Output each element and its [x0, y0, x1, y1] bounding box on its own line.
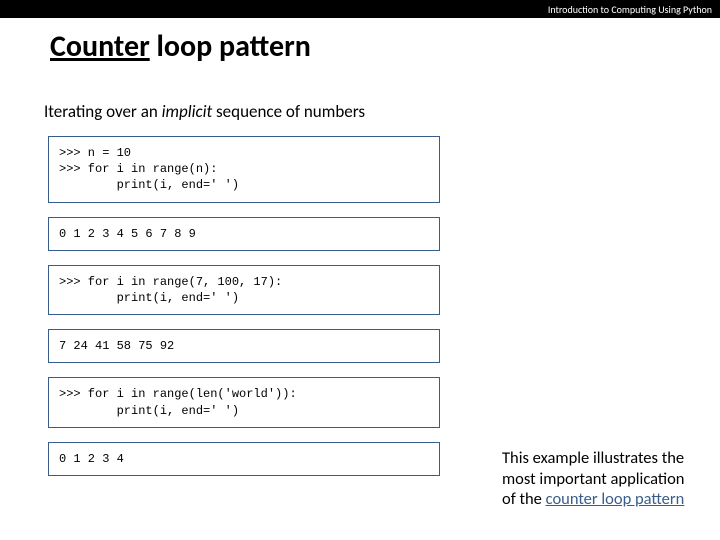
code-block-3: >>> for i in range(len('world')): print(…: [48, 377, 440, 427]
code-block-2: >>> for i in range(7, 100, 17): print(i,…: [48, 265, 440, 315]
subtitle-suffix: sequence of numbers: [212, 101, 365, 122]
subtitle-emph: implicit: [162, 101, 213, 122]
output-block-1: 0 1 2 3 4 5 6 7 8 9: [48, 217, 440, 251]
subtitle: Iterating over an implicit sequence of n…: [0, 73, 720, 130]
title-area: Counter loop pattern: [0, 18, 720, 73]
title-underlined: Counter: [50, 28, 150, 65]
sidenote: This example illustrates the most import…: [502, 448, 690, 510]
output-block-3: 0 1 2 3 4: [48, 442, 440, 476]
output-block-2: 7 24 41 58 75 92: [48, 329, 440, 363]
course-name: Introduction to Computing Using Python: [548, 3, 712, 16]
code-stack: >>> n = 10 >>> for i in range(n): print(…: [0, 130, 440, 476]
page-title: Counter loop pattern: [50, 28, 720, 65]
subtitle-prefix: Iterating over an: [44, 101, 162, 122]
sidenote-link: counter loop pattern: [546, 489, 685, 509]
code-block-1: >>> n = 10 >>> for i in range(n): print(…: [48, 136, 440, 203]
title-rest: loop pattern: [150, 28, 311, 65]
header-bar: Introduction to Computing Using Python: [0, 0, 720, 18]
